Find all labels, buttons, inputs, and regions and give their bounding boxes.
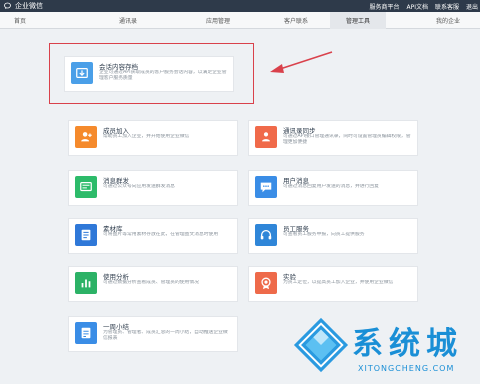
- card-broadcast[interactable]: 消息群发 可通过公众号向应用发送群发消息: [68, 170, 238, 206]
- card-desc: 为员工定位，以提高员工加入企业，并使用企业微信: [283, 280, 394, 285]
- badge-icon: [255, 272, 277, 294]
- watermark-text: 系统城: [352, 326, 463, 362]
- app-title: 企业微信: [15, 2, 43, 10]
- card-desc: 可通过消息回复用户发送的消息，并进行回复: [283, 184, 379, 189]
- card-experiment[interactable]: 实验 为员工定位，以提高员工加入企业，并使用企业微信: [248, 266, 418, 302]
- top-links: 服务商平台 API文档 联系客服 退出: [369, 1, 478, 11]
- brand[interactable]: 企业微信: [4, 1, 43, 11]
- card-desc: 可通过公众号向应用发送群发消息: [103, 184, 175, 189]
- card-desc: 可将图片等常用素材存放在此，在管理图文消息时使用: [103, 232, 219, 237]
- link-api-docs[interactable]: API文档: [406, 2, 428, 11]
- tab-customer-contact[interactable]: 客户联系: [268, 12, 324, 29]
- featured-desc: 企业可通过API获取成员的客户服务会话内容，以满足企业管理客户服务质量: [99, 70, 227, 81]
- card-weekly-summary[interactable]: 一周小结 为管理员、管理者、成员汇总的一周小结，自动推送企业微信报表: [68, 316, 238, 352]
- main-nav: 首页 通讯录 应用管理 客户联系 管理工具 我的企业: [0, 12, 480, 29]
- chart-icon: [75, 272, 97, 294]
- report-icon: [75, 322, 97, 344]
- message-icon: [255, 176, 277, 198]
- card-user-messages[interactable]: 用户消息 可通过消息回复用户发送的消息，并进行回复: [248, 170, 418, 206]
- card-contacts-sync[interactable]: 通讯录同步 可通过API接口管理通讯录，同时可设置管理员编辑权限，管理更加便捷: [248, 120, 418, 156]
- card-desc: 可查看员工服务申报，向员工提供服务: [283, 232, 365, 237]
- card-member-join[interactable]: 成员加入 帮助员工加入企业，并开始使用企业微信: [68, 120, 238, 156]
- card-material-library[interactable]: 素材库 可将图片等常用素材存放在此，在管理图文消息时使用: [68, 218, 238, 254]
- card-desc: 帮助员工加入企业，并开始使用企业微信: [103, 134, 190, 139]
- featured-card-archive[interactable]: 会话内容存档 企业可通过API获取成员的客户服务会话内容，以满足企业管理客户服务…: [64, 56, 234, 92]
- watermark: 系统城 XITONGCHENG.COM: [292, 312, 478, 382]
- tab-app-management[interactable]: 应用管理: [190, 12, 246, 29]
- card-desc: 可通过数据分析查看成员、管理员的使用情况: [103, 280, 199, 285]
- link-logout[interactable]: 退出: [466, 2, 478, 11]
- broadcast-icon: [75, 176, 97, 198]
- sync-icon: [255, 126, 277, 148]
- tab-contacts[interactable]: 通讯录: [100, 12, 156, 29]
- link-contact-support[interactable]: 联系客服: [435, 2, 459, 11]
- wework-logo-icon: [4, 2, 11, 9]
- card-desc: 为管理员、管理者、成员汇总的一周小结，自动推送企业微信报表: [103, 330, 228, 341]
- archive-icon: [71, 62, 93, 84]
- tab-management-tools[interactable]: 管理工具: [330, 12, 386, 29]
- card-usage-analysis[interactable]: 使用分析 可通过数据分析查看成员、管理员的使用情况: [68, 266, 238, 302]
- watermark-logo-icon: [293, 317, 349, 373]
- top-bar: 企业微信 服务商平台 API文档 联系客服 退出: [0, 0, 480, 12]
- user-add-icon: [75, 126, 97, 148]
- card-employee-service[interactable]: 员工服务 可查看员工服务申报，向员工提供服务: [248, 218, 418, 254]
- card-desc: 可通过API接口管理通讯录，同时可设置管理员编辑权限，管理更加便捷: [283, 134, 411, 145]
- tab-home[interactable]: 首页: [0, 12, 40, 29]
- headset-icon: [255, 224, 277, 246]
- library-icon: [75, 224, 97, 246]
- watermark-domain: XITONGCHENG.COM: [358, 364, 455, 373]
- tab-my-enterprise[interactable]: 我的企业: [420, 12, 476, 29]
- link-service-platform[interactable]: 服务商平台: [369, 2, 399, 11]
